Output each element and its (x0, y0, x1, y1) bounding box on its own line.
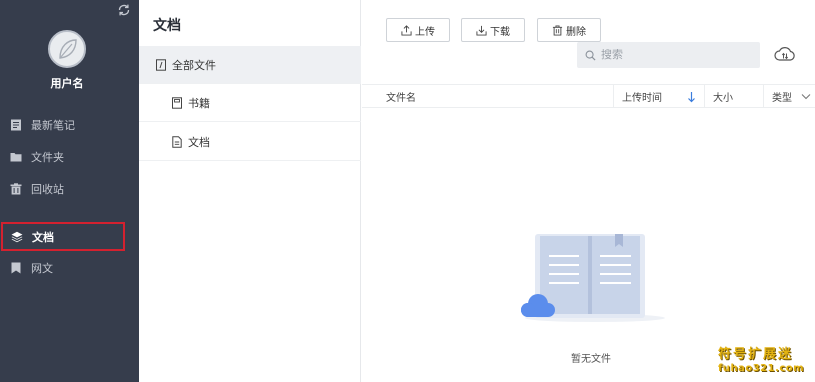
tree-item-books[interactable]: 书籍 (139, 84, 361, 122)
tree-item-documents[interactable]: 文档 (139, 123, 361, 161)
download-label: 下载 (490, 26, 510, 38)
chevron-down-icon[interactable] (801, 93, 811, 100)
document-icon (172, 135, 182, 148)
file-list-area: 上传 下载 删除 文件名 上传时间 (362, 0, 815, 382)
layers-icon (11, 231, 23, 242)
search-box[interactable] (577, 42, 760, 68)
folder-icon (10, 153, 22, 162)
empty-state-text: 暂无文件 (571, 354, 611, 365)
sidebar: 用户名 最新笔记 文件夹 回收站 文档 网文 (0, 0, 139, 382)
sidebar-item-label: 网文 (31, 263, 53, 275)
column-divider[interactable] (613, 85, 614, 108)
sync-icon[interactable] (116, 2, 132, 18)
column-divider[interactable] (704, 85, 705, 108)
column-header-name[interactable]: 文件名 (386, 85, 416, 108)
upload-button[interactable]: 上传 (386, 18, 450, 42)
trash-icon (10, 183, 22, 195)
book-icon (172, 96, 182, 109)
note-icon (11, 119, 21, 131)
trash-icon (552, 24, 563, 36)
sidebar-item-folder[interactable]: 文件夹 (0, 143, 139, 171)
upload-label: 上传 (415, 26, 435, 38)
all-files-icon (156, 58, 166, 71)
cloud-sync-icon[interactable] (774, 44, 796, 64)
search-input[interactable] (601, 49, 751, 61)
panel-title: 文档 (153, 17, 181, 33)
delete-label: 删除 (566, 26, 586, 38)
search-icon (585, 50, 596, 61)
username: 用户名 (50, 78, 84, 90)
tree-item-label: 全部文件 (172, 59, 216, 72)
tree-item-label: 文档 (188, 136, 210, 149)
delete-button[interactable]: 删除 (537, 18, 601, 42)
column-header-size[interactable]: 大小 (713, 85, 733, 108)
sidebar-item-label: 最新笔记 (31, 120, 75, 132)
avatar[interactable] (48, 30, 86, 68)
sort-descending-icon[interactable] (687, 91, 696, 103)
sidebar-item-web-articles[interactable]: 网文 (0, 254, 139, 282)
download-button[interactable]: 下载 (461, 18, 525, 42)
empty-state-illustration (521, 234, 665, 322)
sidebar-item-label: 文件夹 (31, 152, 64, 164)
column-header-upload-time[interactable]: 上传时间 (622, 85, 662, 108)
sidebar-item-label: 回收站 (31, 184, 64, 196)
sidebar-item-documents[interactable]: 文档 (1, 222, 125, 251)
tree-item-all-files[interactable]: 全部文件 (139, 46, 361, 84)
column-header-label: 上传时间 (622, 93, 662, 104)
download-icon (476, 25, 487, 36)
sidebar-item-latest-notes[interactable]: 最新笔记 (0, 111, 139, 139)
tree-item-label: 书籍 (188, 97, 210, 110)
folder-panel: 文档 全部文件 书籍 文档 (139, 0, 361, 382)
column-header-type[interactable]: 类型 (772, 85, 792, 108)
sidebar-item-label: 文档 (32, 231, 54, 244)
bookmark-icon (11, 262, 21, 274)
leaf-icon (59, 39, 77, 59)
sidebar-item-trash[interactable]: 回收站 (0, 175, 139, 203)
column-divider[interactable] (763, 85, 764, 108)
table-header: 文件名 上传时间 大小 类型 (362, 84, 815, 108)
column-header-label: 类型 (772, 93, 792, 104)
upload-icon (401, 24, 412, 36)
